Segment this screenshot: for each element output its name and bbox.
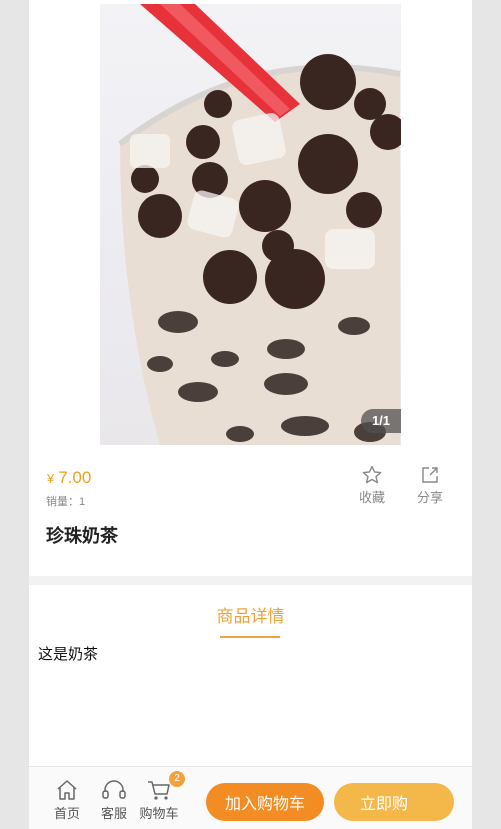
nav-home-label: 首页 — [53, 806, 80, 821]
share-button[interactable]: 分享 — [410, 465, 450, 507]
price: ¥7.00 — [47, 468, 91, 488]
nav-home[interactable]: 首页 — [45, 779, 89, 822]
add-to-cart-button[interactable]: 加入购物车 — [206, 783, 324, 821]
cart-icon — [148, 781, 170, 800]
currency-symbol: ¥ — [47, 471, 55, 486]
tab-active-indicator — [220, 636, 280, 638]
headset-icon — [102, 780, 126, 799]
product-title: 珍珠奶茶 — [46, 526, 118, 546]
share-icon — [422, 467, 438, 483]
nav-cart-label: 购物车 — [139, 806, 179, 821]
price-value: 7.00 — [58, 468, 92, 487]
product-image[interactable]: 1/1 — [100, 4, 401, 445]
product-description: 这是奶茶 — [38, 646, 99, 663]
sales-count: 销量：1 — [46, 496, 86, 508]
buy-now-button[interactable]: 立即购 — [334, 783, 454, 821]
product-page: 1/1 ¥7.00 销量：1 收藏 分享 珍珠奶茶 商品详情 这是奶茶 首页 客… — [29, 0, 472, 829]
favorite-label: 收藏 — [358, 490, 385, 505]
favorite-button[interactable]: 收藏 — [352, 465, 392, 507]
share-label: 分享 — [416, 490, 443, 505]
bottom-action-bar: 首页 客服 购物车 2 加入购物车 立即购 — [29, 766, 472, 829]
bubble-tea-illustration — [118, 4, 401, 445]
star-icon — [362, 465, 382, 484]
image-pager: 1/1 — [361, 409, 401, 433]
nav-customer-service[interactable]: 客服 — [92, 779, 136, 822]
cart-count-badge: 2 — [169, 771, 185, 787]
nav-service-label: 客服 — [100, 806, 127, 821]
tab-product-details[interactable]: 商品详情 — [29, 602, 472, 627]
home-icon — [57, 780, 77, 800]
section-divider — [29, 576, 472, 585]
